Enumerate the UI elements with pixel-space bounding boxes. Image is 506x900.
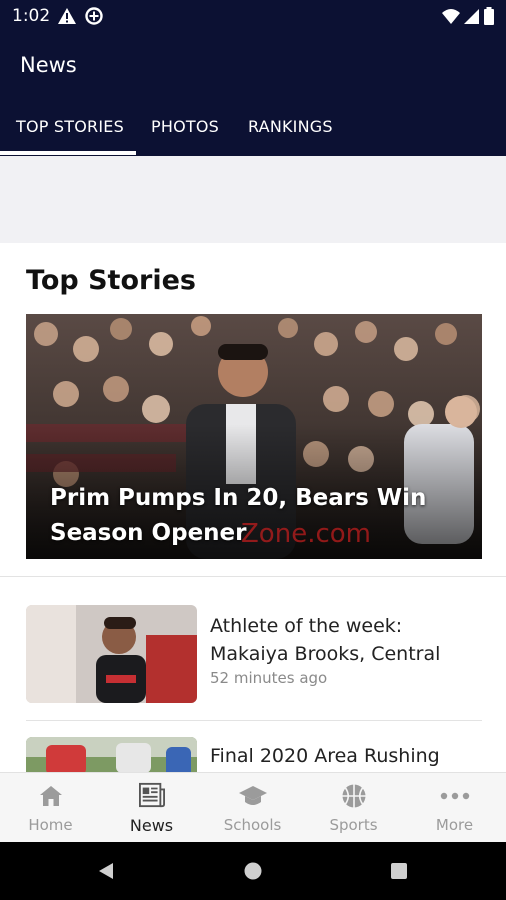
list-item[interactable]: Final 2020 Area Rushing <box>0 736 506 772</box>
divider <box>26 720 482 721</box>
story-time: 52 minutes ago <box>210 669 328 687</box>
back-icon[interactable] <box>96 861 116 881</box>
status-bar: 1:02 <box>0 0 506 32</box>
hero-story-card[interactable]: Prim Pumps In 20, Bears Win Season Opene… <box>26 314 482 559</box>
graduation-cap-icon <box>239 786 267 805</box>
tab-rankings[interactable]: RANKINGS <box>248 117 333 136</box>
bottom-navigation: Home News Schools Sports More <box>0 772 506 843</box>
basketball-icon <box>342 784 366 808</box>
app-bar: News TOP STORIES PHOTOS RANKINGS <box>0 32 506 156</box>
nav-label: Schools <box>223 816 282 834</box>
more-dots-icon <box>440 792 470 800</box>
story-thumbnail <box>26 737 197 772</box>
page-title: News <box>20 53 77 77</box>
hero-watermark: Zone.com <box>241 519 371 549</box>
status-time: 1:02 <box>12 6 51 26</box>
section-title: Top Stories <box>26 265 196 296</box>
nav-more[interactable]: More <box>404 773 505 843</box>
nav-label: News <box>129 816 174 835</box>
nav-label: Sports <box>329 816 378 834</box>
nav-sports[interactable]: Sports <box>303 773 404 843</box>
story-thumbnail <box>26 605 197 703</box>
home-circle-icon[interactable] <box>243 861 263 881</box>
nav-label: More <box>435 816 474 834</box>
nav-home[interactable]: Home <box>0 773 101 843</box>
nav-schools[interactable]: Schools <box>202 773 303 843</box>
recents-icon[interactable] <box>390 862 408 880</box>
banner-placeholder <box>0 156 506 243</box>
home-icon <box>40 786 62 806</box>
divider <box>0 576 506 577</box>
warning-icon <box>58 8 76 24</box>
active-tab-indicator <box>0 151 136 155</box>
story-title: Athlete of the week: Makaiya Brooks, Cen… <box>210 615 441 665</box>
system-navigation-bar <box>0 842 506 900</box>
wifi-icon <box>442 9 460 24</box>
nav-news[interactable]: News <box>101 773 202 843</box>
nav-label: Home <box>28 816 73 834</box>
tab-top-stories[interactable]: TOP STORIES <box>16 117 124 136</box>
data-saver-icon <box>85 7 103 25</box>
story-title: Final 2020 Area Rushing <box>210 745 440 767</box>
newspaper-icon <box>139 782 165 808</box>
tab-photos[interactable]: PHOTOS <box>151 117 219 136</box>
signal-icon <box>464 9 479 24</box>
battery-icon <box>484 7 494 25</box>
list-item[interactable]: Athlete of the week: Makaiya Brooks, Cen… <box>0 604 506 706</box>
